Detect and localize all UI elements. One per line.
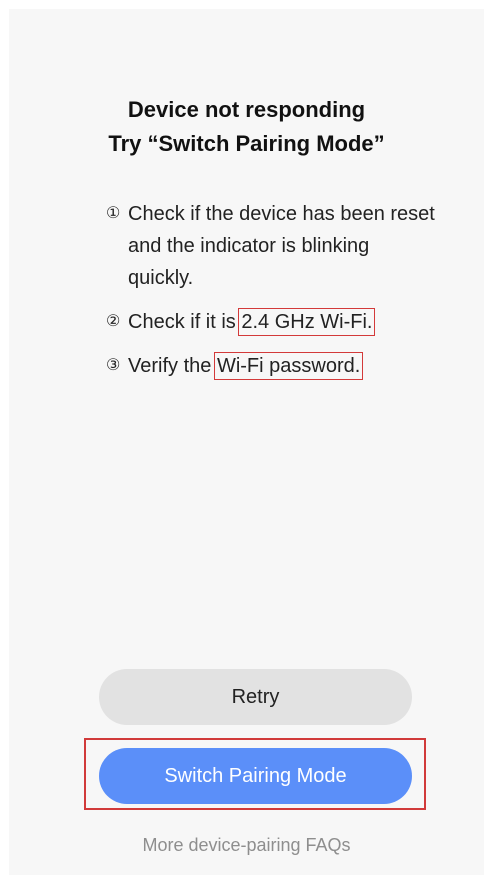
pairing-error-screen: Device not responding Try “Switch Pairin… [0,0,493,880]
step-1-number: ① [106,205,121,222]
step-2: ② Check if it is 2.4 GHz Wi-Fi. [106,306,436,338]
step-1: ① Check if the device has been reset and… [106,198,436,294]
title-line-1: Device not responding [127,97,366,122]
switch-pairing-mode-button[interactable]: Switch Pairing Mode [99,748,412,804]
step-3-highlight: Wi-Fi password. [213,352,364,380]
retry-button[interactable]: Retry [99,669,412,725]
troubleshooting-steps: ① Check if the device has been reset and… [106,198,436,394]
pairing-faq-link[interactable]: More device-pairing FAQs [0,835,493,856]
step-3: ③ Verify the Wi-Fi password. [106,350,436,382]
step-2-highlight: 2.4 GHz Wi-Fi. [238,308,376,336]
step-3-number: ③ [106,357,121,374]
page-title: Device not responding Try “Switch Pairin… [0,93,493,161]
step-2-text: Check if it is [128,311,242,333]
step-2-number: ② [106,313,121,330]
title-line-2: Try “Switch Pairing Mode” [108,131,385,156]
step-3-text: Verify the [128,355,217,377]
step-1-text: Check if the device has been reset and t… [128,203,435,289]
